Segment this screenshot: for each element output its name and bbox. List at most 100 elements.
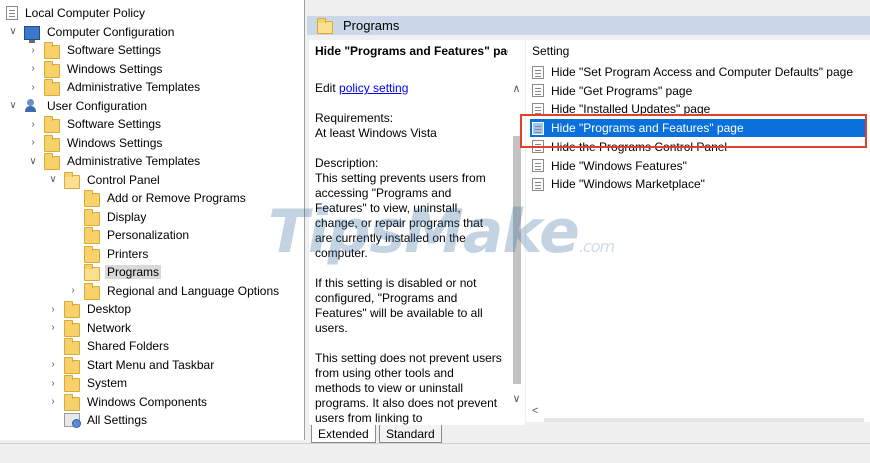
scroll-thumb[interactable] <box>513 136 521 384</box>
tree-item[interactable]: › Administrative Templates <box>26 78 202 97</box>
setting-icon <box>532 84 544 98</box>
scroll-left-icon[interactable]: < <box>532 405 538 417</box>
tree-item-label: All Settings <box>87 413 148 428</box>
folder-icon <box>44 134 60 152</box>
tab-standard[interactable]: Standard <box>379 425 442 443</box>
chevron-down-icon[interactable]: ∨ <box>26 154 40 168</box>
folder-icon <box>44 116 60 134</box>
policy-icon <box>6 6 18 21</box>
tree-item[interactable]: ∨ User Configuration <box>6 97 149 116</box>
tree-item[interactable]: ∨ Computer Configuration <box>6 23 176 43</box>
description-scrollbar[interactable]: ∧ ∨ <box>508 40 525 425</box>
folder-icon <box>64 301 80 319</box>
folder-open-icon <box>64 171 80 189</box>
folder-open-icon <box>84 264 100 282</box>
tab-extended[interactable]: Extended <box>311 425 376 443</box>
setting-row[interactable]: Hide "Windows Features" <box>530 157 865 175</box>
tree-item[interactable]: › Regional and Language Options <box>66 282 281 301</box>
scroll-up-icon[interactable]: ∧ <box>508 80 525 96</box>
setting-row[interactable]: Hide "Set Program Access and Computer De… <box>530 63 865 81</box>
tree-item-label: Windows Settings <box>67 61 163 76</box>
column-header-setting[interactable]: Setting <box>526 40 870 62</box>
tree-item[interactable]: Add or Remove Programs <box>66 189 248 208</box>
tree-item-label: Administrative Templates <box>67 80 201 95</box>
description-para-3: This setting does not prevent users from… <box>315 351 502 425</box>
policy-setting-link[interactable]: policy setting <box>339 81 408 95</box>
chevron-right-icon[interactable]: › <box>46 321 60 335</box>
tree-item[interactable]: ∨ Administrative Templates <box>26 152 202 171</box>
console-tree[interactable]: Local Computer Policy ∨ Computer Configura… <box>0 0 305 440</box>
tree-item[interactable]: › Windows Settings <box>26 60 164 79</box>
description-block: Description: This setting prevents users… <box>315 156 503 261</box>
tree-item[interactable]: Programs <box>66 263 162 282</box>
folder-icon <box>84 227 100 245</box>
setting-icon <box>532 177 544 191</box>
tree-item[interactable]: › Desktop <box>46 300 133 319</box>
tree-item[interactable]: › Software Settings <box>26 115 163 134</box>
setting-row[interactable]: Hide "Windows Marketplace" <box>530 175 865 193</box>
tree-item[interactable]: Personalization <box>66 226 191 245</box>
chevron-right-icon[interactable]: › <box>66 284 80 298</box>
tree-item-label: Personalization <box>107 228 190 243</box>
edit-prefix: Edit <box>315 81 340 95</box>
chevron-right-icon[interactable]: › <box>46 376 60 390</box>
list-horizontal-scrollbar[interactable]: < <box>526 400 870 422</box>
tree-item-label: Regional and Language Options <box>107 283 280 298</box>
description-pane: Hide "Programs and Features" page Edit p… <box>309 40 509 425</box>
requirements-value: At least Windows Vista <box>315 126 437 140</box>
chevron-right-icon[interactable]: › <box>26 43 40 57</box>
tree-item-label: Windows Settings <box>67 135 163 150</box>
folder-icon <box>64 393 80 411</box>
tree-item-label: Control Panel <box>87 172 160 187</box>
computer-icon <box>24 25 40 43</box>
tree-item[interactable]: Printers <box>66 245 150 264</box>
tree-item[interactable]: Display <box>66 208 148 227</box>
tree-item[interactable]: Local Computer Policy <box>6 4 147 23</box>
tree-item-label: Computer Configuration <box>47 24 175 39</box>
pane-header-title: Programs <box>343 18 400 33</box>
tree-item[interactable]: All Settings <box>46 411 149 430</box>
view-tabs: Extended Standard <box>309 425 870 443</box>
tree-item[interactable]: › Network <box>46 319 133 338</box>
chevron-down-icon[interactable]: ∨ <box>6 99 20 113</box>
status-bar <box>0 443 870 463</box>
chevron-right-icon[interactable]: › <box>26 62 40 76</box>
folder-icon <box>44 60 60 78</box>
tree-item-label: Network <box>87 320 132 335</box>
tree-item[interactable]: › Windows Components <box>46 393 209 412</box>
setting-title: Hide "Programs and Features" page <box>315 44 509 58</box>
chevron-down-icon[interactable]: ∨ <box>6 25 20 39</box>
folder-icon <box>44 79 60 97</box>
folder-icon <box>84 208 100 226</box>
setting-icon <box>532 159 544 172</box>
setting-row[interactable]: Hide "Get Programs" page <box>530 82 865 100</box>
chevron-right-icon[interactable]: › <box>26 117 40 131</box>
tree-item-label: User Configuration <box>47 98 148 113</box>
folder-icon <box>64 319 80 337</box>
highlight-box <box>520 114 867 148</box>
chevron-down-icon[interactable]: ∨ <box>46 173 60 187</box>
setting-label: Hide "Windows Marketplace" <box>551 177 705 192</box>
tree-item[interactable]: › Windows Settings <box>26 134 164 153</box>
tree-item-label: Add or Remove Programs <box>107 191 246 206</box>
tree-item[interactable]: › Software Settings <box>26 41 163 60</box>
chevron-right-icon[interactable]: › <box>26 136 40 150</box>
tree-item-label: Software Settings <box>67 117 162 132</box>
chevron-right-icon[interactable]: › <box>46 358 60 372</box>
chevron-right-icon[interactable]: › <box>46 302 60 316</box>
scroll-down-icon[interactable]: ∨ <box>508 390 525 406</box>
chevron-right-icon[interactable]: › <box>26 80 40 94</box>
chevron-right-icon[interactable]: › <box>46 395 60 409</box>
scroll-thumb-horizontal[interactable] <box>544 418 864 422</box>
description-para-2: If this setting is disabled or not confi… <box>315 276 483 335</box>
tree-item[interactable]: Shared Folders <box>46 337 171 356</box>
tree-item[interactable]: › Start Menu and Taskbar <box>46 356 216 375</box>
user-icon <box>24 98 40 113</box>
tree-item-label: Windows Components <box>87 394 208 409</box>
folder-icon <box>44 153 60 171</box>
settings-list[interactable]: Setting Hide "Set Program Access and Com… <box>526 40 870 400</box>
tree-item[interactable]: › System <box>46 374 129 393</box>
tree-item-label: Printers <box>107 246 149 261</box>
setting-icon <box>532 65 544 79</box>
tree-item[interactable]: ∨ Control Panel <box>46 171 162 190</box>
